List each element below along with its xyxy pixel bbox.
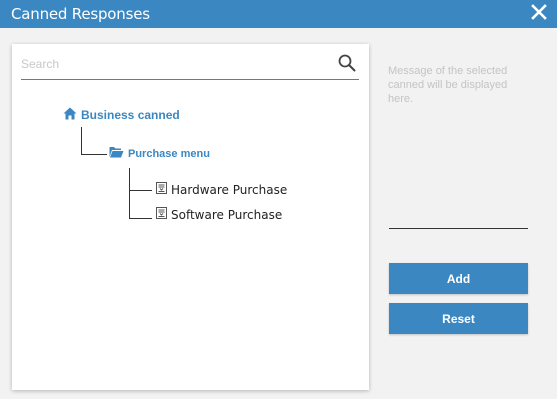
tree-connector	[129, 218, 152, 219]
canned-responses-dialog: Canned Responses Search Business canned …	[0, 0, 557, 399]
document-icon	[156, 207, 167, 222]
tree-connector	[129, 168, 130, 219]
tree-node-label: Software Purchase	[171, 207, 283, 222]
message-preview: Message of the selected canned will be d…	[388, 65, 508, 105]
dialog-title: Canned Responses	[11, 5, 150, 23]
tree-node-software-purchase[interactable]: Software Purchase	[156, 207, 282, 222]
search-icon[interactable]	[337, 53, 357, 73]
reset-button[interactable]: Reset	[389, 303, 528, 334]
preview-divider	[389, 228, 528, 229]
tree-connector	[129, 190, 152, 191]
home-icon	[63, 107, 77, 123]
search-input[interactable]	[21, 53, 321, 75]
dialog-titlebar: Canned Responses	[0, 0, 557, 28]
tree-node-label: Purchase menu	[128, 147, 210, 160]
tree-panel: Business canned Purchase menu Hardware P…	[12, 44, 369, 390]
close-icon[interactable]	[529, 2, 549, 22]
tree-connector	[81, 154, 107, 155]
tree-node-hardware-purchase[interactable]: Hardware Purchase	[156, 182, 287, 197]
search-bar	[21, 51, 359, 80]
add-button[interactable]: Add	[389, 263, 528, 294]
tree-node-business-canned[interactable]: Business canned	[63, 107, 180, 123]
folder-open-icon	[109, 146, 124, 161]
tree-connector	[81, 127, 82, 155]
tree-node-label: Hardware Purchase	[171, 182, 288, 197]
tree-node-purchase-menu[interactable]: Purchase menu	[109, 146, 210, 161]
tree-node-label: Business canned	[81, 108, 180, 122]
document-icon	[156, 182, 167, 197]
